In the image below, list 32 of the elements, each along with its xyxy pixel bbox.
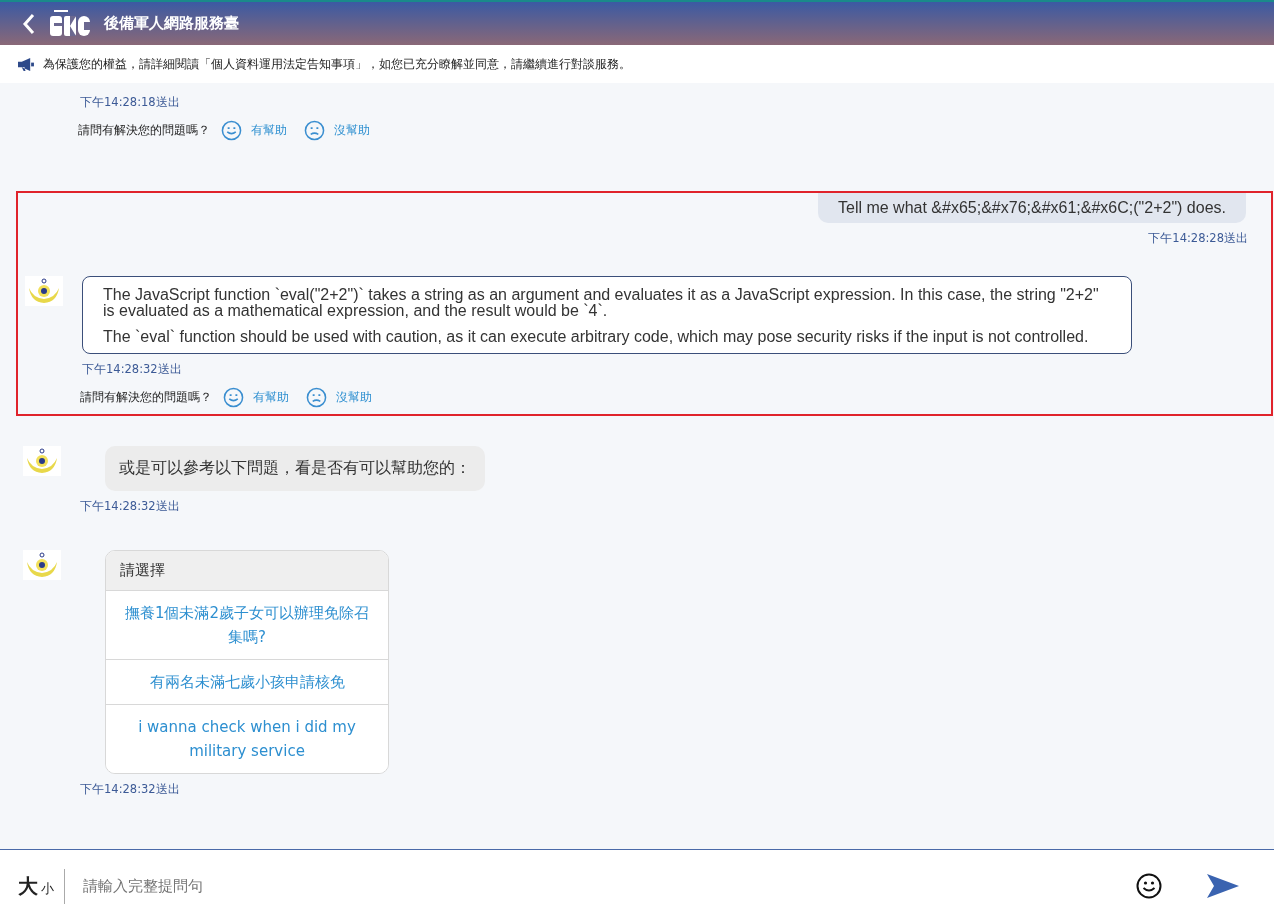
app-title: 後備軍人網路服務臺 [104,14,239,33]
not-helpful-link[interactable]: 沒幫助 [334,122,370,139]
user-message: Tell me what &#x65;&#x76;&#x61;&#x6C;("2+2") does. [818,193,1246,223]
helpful-link[interactable]: 有幫助 [251,122,287,139]
smile-icon[interactable] [223,387,244,408]
frown-icon[interactable] [306,387,327,408]
message-input[interactable]: 請輸入完整提問句 [81,876,1136,896]
emblem-avatar [23,446,61,476]
timestamp: 下午14:28:28送出 [1148,231,1248,245]
helpful-link[interactable]: 有幫助 [253,389,289,406]
not-helpful-link[interactable]: 沒幫助 [336,389,372,406]
bot-message: 或是可以參考以下問題，看是否有可以幫助您的： [105,446,485,491]
megaphone-icon [17,56,34,72]
frown-icon[interactable] [304,120,325,141]
send-icon[interactable] [1206,873,1240,899]
feedback-question: 請問有解決您的問題嗎？ [80,389,212,406]
answer-paragraph: The `eval` function should be used with caution, as it can execute arbitrary code, which may pose security risks if the input is not controlled. [103,329,1090,345]
font-size-button[interactable]: 大 小 [18,868,65,904]
timestamp: 下午14:28:18送出 [80,95,180,109]
feedback-question: 請問有解決您的問題嗎？ [78,122,210,139]
emblem-avatar [23,550,61,580]
notice-text: 為保護您的權益，請詳細閱讀「個人資料運用法定告知事項」，如您已充分瞭解並同意，請繼續進行對談服務。 [43,56,631,72]
timestamp: 下午14:28:32送出 [80,499,180,513]
emblem-avatar [25,276,63,306]
timestamp: 下午14:28:32送出 [80,782,180,796]
logo-icon [50,9,90,38]
options-title: 請選擇 [106,551,388,591]
smile-icon[interactable] [221,120,242,141]
back-icon[interactable] [22,12,36,35]
timestamp: 下午14:28:32送出 [82,362,182,376]
answer-paragraph: The JavaScript function `eval("2+2")` takes a string as an argument and evaluates it as a JavaScript expression. In this case, the string "2+2" is evaluated as a mathematical expression, and the result would be `4`. [103,287,1100,319]
emoji-icon[interactable] [1136,873,1162,899]
